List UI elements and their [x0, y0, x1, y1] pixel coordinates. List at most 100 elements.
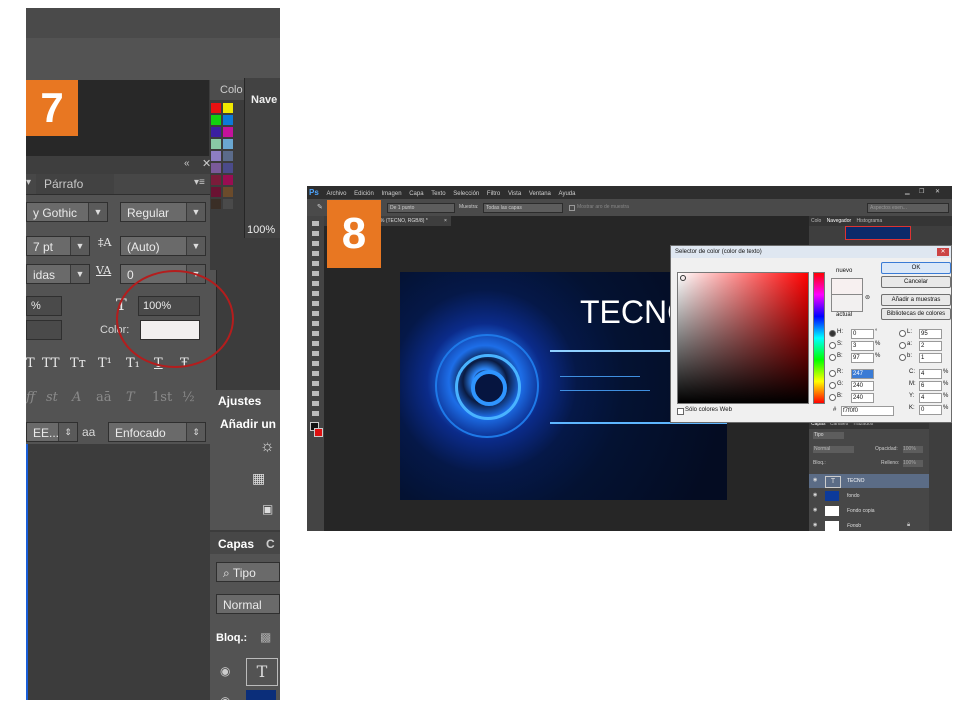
color-field[interactable] — [677, 272, 809, 404]
layer-filter-select[interactable]: ⌕ Tipo — [216, 562, 280, 582]
shape-tool-icon[interactable] — [312, 391, 319, 396]
swatch[interactable] — [223, 115, 233, 125]
y-input[interactable]: 4 — [919, 393, 942, 403]
vertical-scale-field[interactable]: % — [26, 296, 62, 316]
radio-h[interactable] — [829, 330, 836, 337]
all-caps-button[interactable]: TT — [42, 356, 60, 371]
ligatures-button[interactable]: ﬀ — [26, 390, 35, 405]
hand-tool-icon[interactable] — [312, 401, 319, 406]
eye-icon[interactable]: ◉ — [813, 492, 817, 498]
tab-adjustments[interactable]: Ajustes — [218, 394, 261, 408]
bucket-tool-icon[interactable] — [312, 331, 319, 336]
fractions-button[interactable]: ½ — [182, 390, 195, 405]
ok-button[interactable]: OK — [881, 262, 951, 274]
sample-select[interactable]: Todas las capas — [483, 203, 563, 213]
show-ring-checkbox[interactable] — [569, 205, 575, 211]
r-input[interactable]: 247 — [851, 369, 874, 379]
font-family-select[interactable]: y Gothic ▼ — [26, 202, 108, 222]
crop-tool-icon[interactable] — [312, 261, 319, 266]
radio-a[interactable] — [899, 342, 906, 349]
tab-navigator[interactable]: Navegador — [827, 218, 851, 224]
close-icon[interactable]: ✕ — [937, 248, 949, 256]
brush-tool-icon[interactable] — [312, 291, 319, 296]
navigator-thumbnail[interactable] — [845, 226, 911, 240]
swash-button[interactable]: A — [72, 390, 81, 405]
eye-icon[interactable]: ◉ — [813, 507, 817, 513]
healing-tool-icon[interactable] — [312, 281, 319, 286]
move-tool-icon[interactable] — [312, 221, 319, 226]
swatch[interactable] — [223, 199, 233, 209]
swatch[interactable] — [211, 163, 221, 173]
tab-channels[interactable]: C — [266, 537, 275, 551]
radio-l[interactable] — [899, 330, 906, 337]
blend-mode-select[interactable]: Normal — [216, 594, 280, 614]
fill-field[interactable]: 100% — [903, 460, 923, 467]
s-input[interactable]: 3 — [851, 341, 874, 351]
language-select[interactable]: EE... ⇕ — [26, 422, 78, 442]
tab-navigator[interactable]: Nave — [251, 94, 277, 106]
radio-r[interactable] — [829, 370, 836, 377]
type-tool-icon[interactable] — [312, 371, 319, 376]
g-input[interactable]: 240 — [851, 381, 874, 391]
eye-icon[interactable]: ◉ — [813, 522, 817, 528]
cancel-button[interactable]: Cancelar — [881, 276, 951, 288]
subscript-button[interactable]: T₁ — [126, 356, 140, 371]
brightness-icon[interactable]: ☼ — [260, 438, 275, 456]
radio-lab-b[interactable] — [899, 354, 906, 361]
add-to-swatches-button[interactable]: Añadir a muestras — [881, 294, 951, 306]
tab-color[interactable]: Colo — [220, 84, 243, 96]
pen-tool-icon[interactable] — [312, 361, 319, 366]
swatch[interactable] — [211, 199, 221, 209]
kerning-select[interactable]: idas ▼ — [26, 264, 90, 284]
tab-paragraph[interactable]: Párrafo — [36, 174, 114, 194]
tab-layers[interactable]: Capas — [218, 537, 254, 551]
swatch[interactable] — [223, 163, 233, 173]
eye-icon[interactable]: ◉ — [813, 477, 817, 483]
eyedropper-tool-icon[interactable] — [312, 271, 319, 276]
font-style-select[interactable]: Regular ▼ — [120, 202, 206, 222]
tab-arrow-icon[interactable]: ▾ — [26, 177, 31, 188]
magic-wand-tool-icon[interactable] — [312, 251, 319, 256]
swatch[interactable] — [223, 103, 233, 113]
b-input[interactable]: 97 — [851, 353, 874, 363]
layer-filter-select[interactable]: Tipo — [813, 432, 844, 439]
layer-row[interactable]: ◉ fondo — [809, 489, 929, 503]
font-size-select[interactable]: 7 pt ▼ — [26, 236, 90, 256]
background-color-swatch[interactable] — [314, 428, 323, 437]
dodge-tool-icon[interactable] — [312, 351, 319, 356]
swatch[interactable] — [211, 151, 221, 161]
a-input[interactable]: 2 — [919, 341, 942, 351]
swatch[interactable] — [211, 175, 221, 185]
workspace-select[interactable]: Aspectos esen... — [867, 203, 949, 213]
radio-blue[interactable] — [829, 394, 836, 401]
opacity-field[interactable]: 100% — [903, 446, 923, 453]
leading-select[interactable]: (Auto) ▼ — [120, 236, 206, 256]
swatch[interactable] — [211, 115, 221, 125]
c-input[interactable]: 4 — [919, 369, 942, 379]
titling-button[interactable]: T — [126, 390, 135, 405]
m-input[interactable]: 6 — [919, 381, 942, 391]
small-caps-button[interactable]: Tт — [70, 356, 86, 371]
stamp-tool-icon[interactable] — [312, 301, 319, 306]
radio-s[interactable] — [829, 342, 836, 349]
close-tab-icon[interactable]: × — [444, 216, 447, 226]
marquee-tool-icon[interactable] — [312, 231, 319, 236]
hue-slider[interactable] — [813, 272, 825, 404]
restore-icon[interactable]: ❐ — [919, 186, 924, 199]
swatch[interactable] — [223, 187, 233, 197]
tab-color[interactable]: Colo — [811, 218, 821, 224]
hex-input[interactable]: f7f0f0 — [841, 406, 894, 416]
web-colors-checkbox[interactable] — [677, 408, 684, 415]
swatch[interactable] — [223, 127, 233, 137]
swatch[interactable] — [211, 187, 221, 197]
stylistic-alternates-button[interactable]: aā — [96, 390, 112, 405]
blend-mode-select[interactable]: Normal — [813, 446, 854, 453]
navigator-zoom[interactable]: 100% — [247, 224, 275, 236]
eyedropper-icon[interactable]: ✎ — [317, 199, 323, 216]
lasso-tool-icon[interactable] — [312, 241, 319, 246]
path-select-tool-icon[interactable] — [312, 381, 319, 386]
swatch[interactable] — [211, 127, 221, 137]
radio-b[interactable] — [829, 354, 836, 361]
layer-row[interactable]: ◉ T TECNO — [809, 474, 929, 488]
color-libraries-button[interactable]: Bibliotecas de colores — [881, 308, 951, 320]
